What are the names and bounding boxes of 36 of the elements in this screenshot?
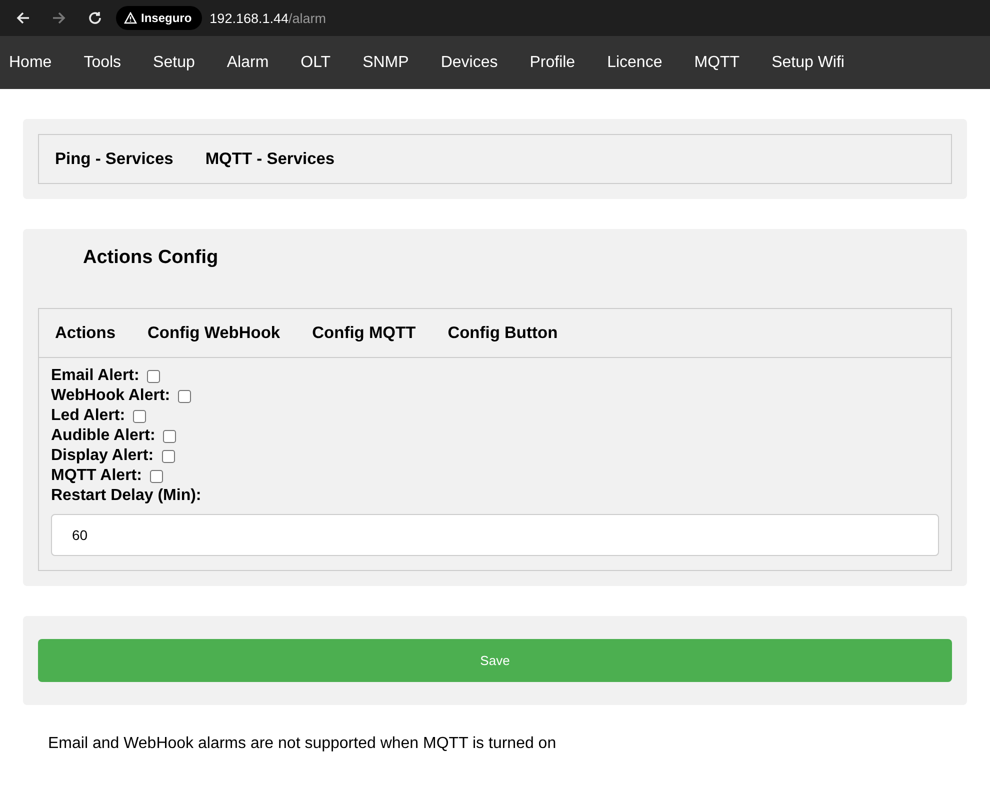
tab[interactable]: Actions xyxy=(55,324,116,342)
address-bar[interactable]: 192.168.1.44/alarm xyxy=(210,10,326,26)
alert-label: Audible Alert: xyxy=(51,427,156,445)
nav-link[interactable]: OLT xyxy=(284,54,347,72)
tab[interactable]: Config Button xyxy=(448,324,558,342)
nav-link[interactable]: Profile xyxy=(514,54,592,72)
nav-link[interactable]: Home xyxy=(0,54,68,72)
alert-checkbox[interactable] xyxy=(150,470,163,482)
tab[interactable]: MQTT - Services xyxy=(205,150,335,168)
warning-icon xyxy=(124,12,137,24)
alert-label: Display Alert: xyxy=(51,447,154,465)
alert-checkbox[interactable] xyxy=(147,370,160,382)
nav-link[interactable]: Alarm xyxy=(210,54,285,72)
nav-link[interactable]: Setup xyxy=(137,54,211,72)
info-text: Email and WebHook alarms are not supported when MQTT is turned on xyxy=(48,735,558,753)
alert-checkbox[interactable] xyxy=(162,450,175,462)
alert-checkbox[interactable] xyxy=(133,410,146,422)
tab[interactable]: Ping - Services xyxy=(55,150,174,168)
nav-link[interactable]: Tools xyxy=(68,54,138,72)
alert-label: WebHook Alert: xyxy=(51,387,170,405)
field-label: Restart Delay (Min): xyxy=(51,487,202,505)
tab[interactable]: Config MQTT xyxy=(312,324,416,342)
nav-link[interactable]: Devices xyxy=(424,54,514,72)
nav-link[interactable]: Setup Wifi xyxy=(756,54,860,72)
security-badge[interactable]: Inseguro xyxy=(116,6,202,30)
nav-link[interactable]: SNMP xyxy=(346,54,425,72)
nav-link[interactable]: MQTT xyxy=(678,54,756,72)
nav-link[interactable]: Licence xyxy=(591,54,678,72)
alert-checkbox[interactable] xyxy=(163,430,176,442)
restart-delay-field[interactable]: 60 xyxy=(51,514,939,556)
alert-checkbox[interactable] xyxy=(178,390,192,402)
alert-label: MQTT Alert: xyxy=(51,467,142,485)
section-title: Actions Config xyxy=(82,246,220,270)
alert-label: Led Alert: xyxy=(51,407,126,425)
alert-label: Email Alert: xyxy=(51,367,140,385)
tab[interactable]: Config WebHook xyxy=(148,324,280,342)
